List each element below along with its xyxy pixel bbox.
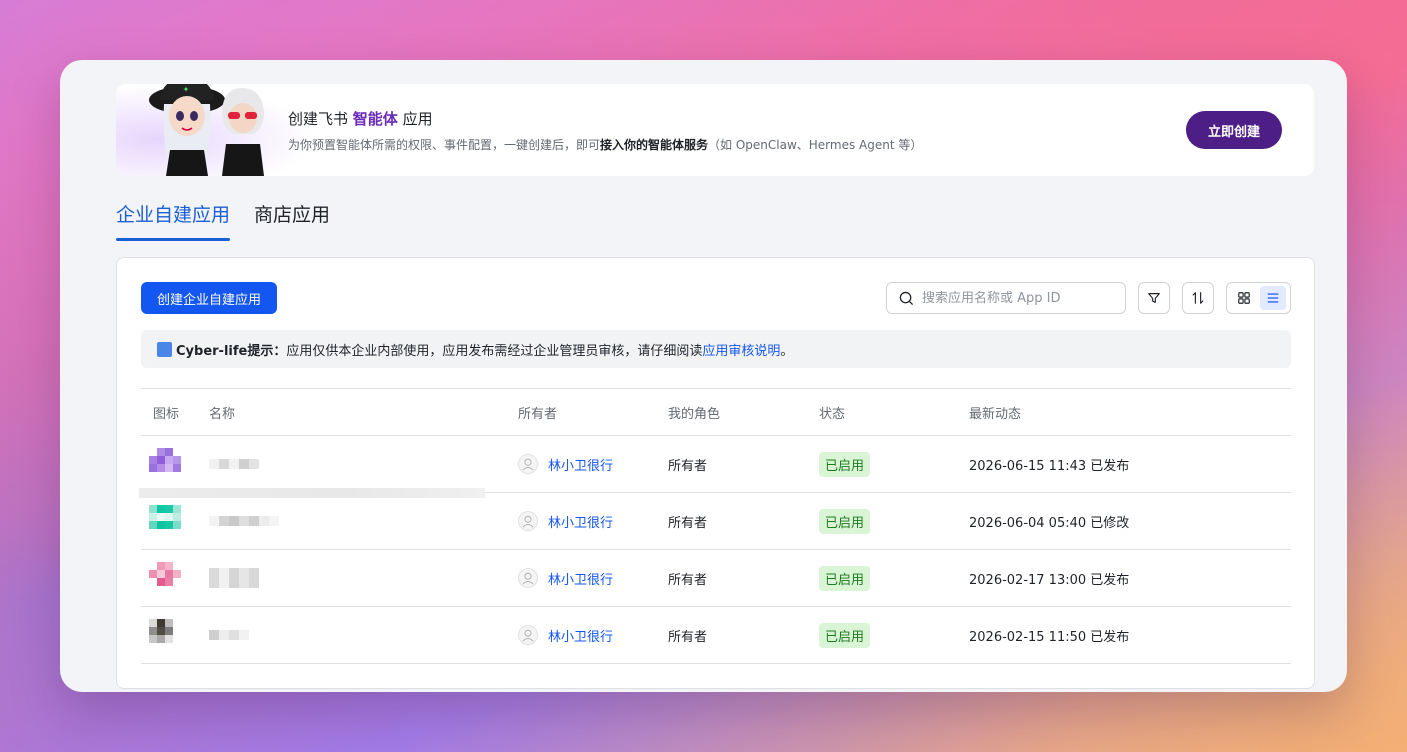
header-activity: 最新动态 — [969, 406, 1022, 422]
banner-title: 创建飞书 智能体 应用 — [288, 110, 433, 128]
search-icon — [899, 291, 914, 305]
owner-link[interactable]: 林小卫很行 — [548, 455, 613, 474]
app-icon — [149, 619, 189, 651]
list-view-button[interactable] — [1259, 286, 1286, 310]
owner-link[interactable]: 林小卫很行 — [548, 569, 613, 588]
owner-link[interactable]: 林小卫很行 — [548, 512, 613, 531]
create-now-button[interactable]: 立即创建 — [1186, 111, 1282, 149]
header-status: 状态 — [819, 406, 846, 422]
app-name-redacted — [197, 516, 518, 526]
grid-icon — [1238, 292, 1251, 304]
table-header: 图标 名称 所有者 我的角色 状态 最新动态 — [141, 388, 1291, 436]
role-cell: 所有者 — [668, 458, 708, 474]
svg-text:✦: ✦ — [183, 85, 190, 94]
role-cell: 所有者 — [668, 629, 708, 645]
review-guide-link[interactable]: 应用审核说明 — [702, 340, 780, 359]
app-icon — [149, 505, 189, 537]
sort-button[interactable] — [1182, 282, 1214, 314]
notice-text: 应用仅供本企业内部使用，应用发布需经过企业管理员审核，请仔细阅读 — [286, 343, 703, 359]
table-row[interactable]: 林小卫很行 所有者 已启用 2026-02-17 13:00 已发布 — [141, 550, 1291, 607]
tab-store-apps[interactable]: 商店应用 — [254, 200, 330, 237]
owner-avatar — [518, 511, 538, 531]
banner-description: 为你预置智能体所需的权限、事件配置，一键创建后，即可接入你的智能体服务（如 Op… — [288, 138, 923, 152]
app-window: ✦ 创建飞书 智能体 应用 为你预置智能体所需的权限、事件配置，一键创建后，即可… — [60, 60, 1347, 692]
create-enterprise-app-button[interactable]: 创建企业自建应用 — [141, 282, 277, 314]
activity-cell: 2026-02-15 11:50 已发布 — [969, 629, 1130, 645]
header-name: 名称 — [209, 406, 236, 422]
app-name-redacted — [197, 459, 518, 469]
activity-cell: 2026-06-15 11:43 已发布 — [969, 458, 1130, 474]
role-cell: 所有者 — [668, 572, 708, 588]
owner-avatar — [518, 625, 538, 645]
header-owner: 所有者 — [518, 406, 558, 422]
list-icon — [1267, 293, 1278, 303]
notice-title: Cyber-life提示： — [176, 343, 287, 359]
app-name-redacted — [197, 630, 518, 640]
search-box[interactable] — [886, 282, 1126, 314]
tab-enterprise-apps[interactable]: 企业自建应用 — [116, 200, 231, 241]
grid-view-button[interactable] — [1231, 286, 1257, 310]
status-badge: 已启用 — [819, 622, 871, 648]
view-toggle — [1226, 282, 1291, 314]
notice-bar: Cyber-life提示： 应用仅供本企业内部使用，应用发布需经过企业管理员审核… — [141, 330, 1291, 368]
owner-avatar — [518, 568, 538, 588]
activity-cell: 2026-02-17 13:00 已发布 — [969, 572, 1130, 588]
owner-avatar — [518, 454, 538, 474]
table-row[interactable]: 林小卫很行 所有者 已启用 2026-06-15 11:43 已发布 — [139, 436, 1291, 498]
status-badge: 已启用 — [819, 451, 871, 477]
agent-banner: ✦ 创建飞书 智能体 应用 为你预置智能体所需的权限、事件配置，一键创建后，即可… — [116, 84, 1314, 176]
app-type-tabs: 企业自建应用 商店应用 — [116, 200, 330, 241]
status-badge: 已启用 — [819, 508, 871, 534]
agent-characters-illustration: ✦ — [149, 84, 264, 176]
app-icon — [149, 562, 189, 594]
header-icon: 图标 — [153, 406, 180, 422]
table-row[interactable]: 林小卫很行 所有者 已启用 2026-06-04 05:40 已修改 — [141, 493, 1291, 550]
activity-cell: 2026-06-04 05:40 已修改 — [969, 515, 1130, 531]
sort-icon — [1192, 292, 1204, 304]
search-input[interactable] — [922, 290, 1112, 306]
app-name-redacted — [197, 568, 518, 588]
status-badge: 已启用 — [819, 565, 871, 591]
apps-panel: 创建企业自建应用 Cyber-life提示： 应用仅供本企业内部使用，应用发布需… — [116, 257, 1315, 689]
app-icon — [149, 448, 189, 480]
flag-icon — [157, 341, 172, 357]
filter-icon — [1148, 293, 1160, 303]
header-role: 我的角色 — [668, 406, 721, 422]
role-cell: 所有者 — [668, 515, 708, 531]
table-row[interactable]: 林小卫很行 所有者 已启用 2026-02-15 11:50 已发布 — [141, 607, 1291, 664]
filter-button[interactable] — [1138, 282, 1170, 314]
owner-link[interactable]: 林小卫很行 — [548, 626, 613, 645]
apps-table: 图标 名称 所有者 我的角色 状态 最新动态 林小卫很行 所有者 已启用 202… — [139, 388, 1291, 664]
